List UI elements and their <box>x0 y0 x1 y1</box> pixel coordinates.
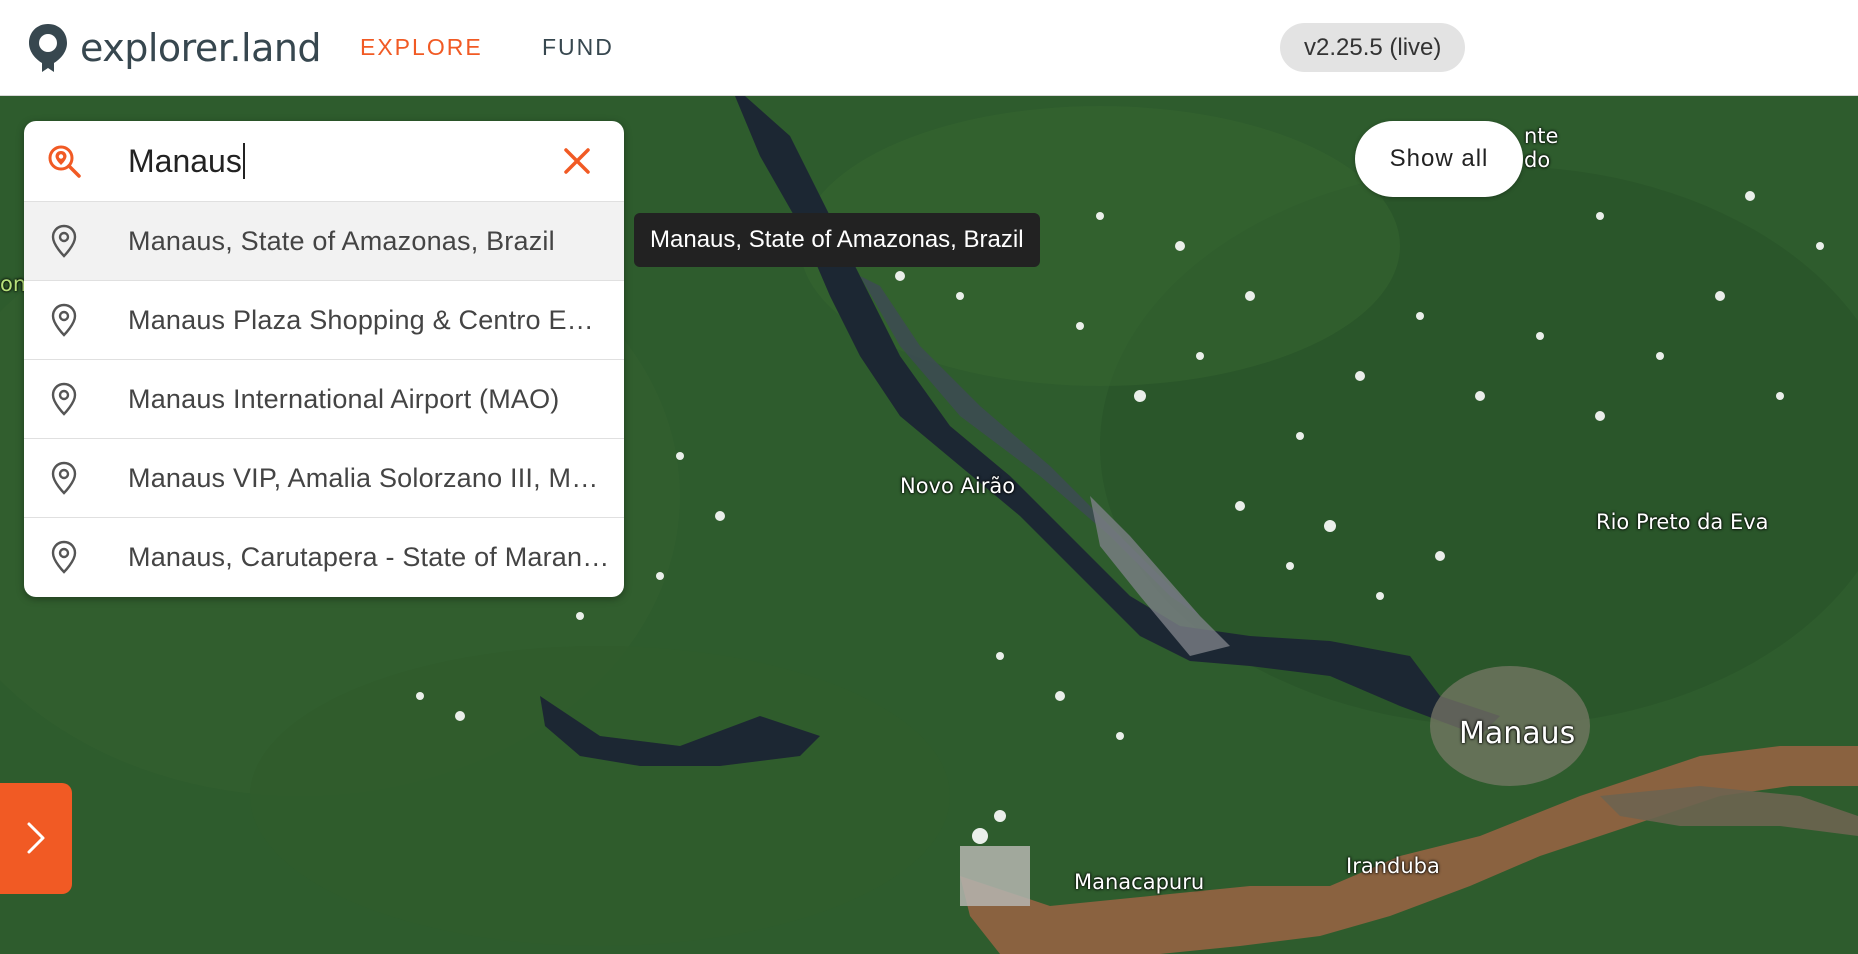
search-input[interactable] <box>128 139 548 183</box>
search-result-item[interactable]: Manaus Plaza Shopping & Centro Empresari… <box>24 281 624 360</box>
location-pin-icon <box>51 224 77 258</box>
nav-fund[interactable]: FUND <box>542 34 614 61</box>
map-search-icon <box>48 145 81 178</box>
chevron-right-icon <box>27 822 45 854</box>
search-result-label: Manaus Plaza Shopping & Centro Empresari… <box>128 305 610 335</box>
search-result-label: Manaus, State of Amazonas, Brazil <box>128 226 555 256</box>
result-tooltip: Manaus, State of Amazonas, Brazil <box>634 213 1040 267</box>
map-label-partial-left: on <box>0 272 27 296</box>
close-icon[interactable] <box>559 143 595 179</box>
search-result-item[interactable]: Manaus, Carutapera - State of Maranhão, … <box>24 518 624 597</box>
location-pin-icon <box>51 303 77 337</box>
location-pin-icon <box>51 540 77 574</box>
map-label-partial-top-right: nte do <box>1524 124 1559 172</box>
location-pin-logo-icon <box>29 24 67 72</box>
text-caret <box>243 143 245 179</box>
logo[interactable]: explorer.land <box>26 22 322 74</box>
version-badge: v2.25.5 (live) <box>1280 23 1466 72</box>
search-result-item[interactable]: Manaus International Airport (MAO) <box>24 360 624 439</box>
search-result-item[interactable]: Manaus, State of Amazonas, Brazil <box>24 202 624 281</box>
search-panel: Manaus, State of Amazonas, Brazil Manaus… <box>24 121 624 597</box>
search-result-label: Manaus, Carutapera - State of Maranhão, … <box>128 542 610 572</box>
search-bar <box>24 121 624 202</box>
location-pin-icon <box>51 461 77 495</box>
side-panel-toggle-button[interactable] <box>0 783 72 894</box>
map-label-novo-airao: Novo Airão <box>900 474 1016 498</box>
search-result-label: Manaus International Airport (MAO) <box>128 384 560 414</box>
top-header: explorer.land EXPLORE FUND v2.25.5 (live… <box>0 0 1858 96</box>
map-label-iranduba: Iranduba <box>1346 854 1440 878</box>
search-result-label: Manaus VIP, Amalia Solorzano III, Mexico <box>128 463 610 493</box>
map-label-rio-preto-da-eva: Rio Preto da Eva <box>1596 510 1769 534</box>
show-all-button[interactable]: Show all <box>1355 121 1523 197</box>
map-label-manacapuru: Manacapuru <box>1074 870 1205 894</box>
logo-text: explorer.land <box>80 26 322 70</box>
location-pin-icon <box>51 382 77 416</box>
search-result-item[interactable]: Manaus VIP, Amalia Solorzano III, Mexico <box>24 439 624 518</box>
map-label-manaus: Manaus <box>1459 716 1576 751</box>
nav-explore[interactable]: EXPLORE <box>360 34 483 61</box>
